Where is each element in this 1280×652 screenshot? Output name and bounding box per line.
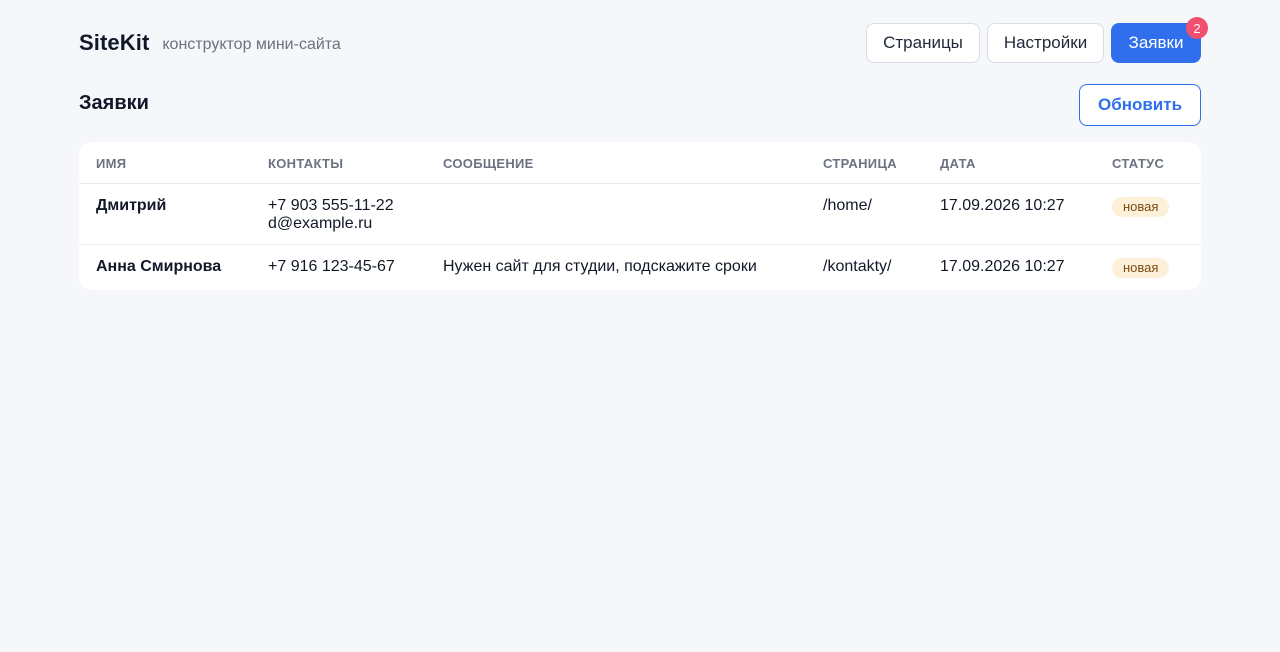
- cell-page: /home/: [823, 197, 872, 214]
- cell-contacts: +7 916 123-45-67: [268, 258, 395, 276]
- page-title: Заявки: [79, 92, 149, 114]
- brand: SiteKit конструктор мини-сайта: [79, 23, 341, 63]
- nav-settings-label: Настройки: [1003, 33, 1088, 52]
- app: SiteKit конструктор мини-сайта Страницы …: [0, 0, 1280, 652]
- column-header-status: СТАТУС: [1112, 156, 1165, 171]
- status-badge: новая: [1112, 258, 1170, 278]
- nav-requests-label: Заявки: [1128, 33, 1184, 52]
- nav-pages-button[interactable]: Страницы: [866, 23, 980, 63]
- requests-count-badge: 2: [1186, 17, 1208, 39]
- table-row[interactable]: Анна Смирнова +7 916 123-45-67 Нужен сай…: [79, 245, 1201, 290]
- cell-name: Дмитрий: [96, 197, 167, 214]
- status-badge: новая: [1112, 197, 1170, 217]
- column-header-message: СООБЩЕНИЕ: [443, 156, 534, 171]
- brand-name[interactable]: SiteKit: [79, 30, 149, 56]
- refresh-button[interactable]: Обновить: [1079, 84, 1201, 126]
- table-row[interactable]: Дмитрий +7 903 555-11-22 d@example.ru /h…: [79, 184, 1201, 245]
- cell-message: Нужен сайт для студии, подскажите сроки: [443, 258, 757, 275]
- contact-phone: +7 916 123-45-67: [268, 258, 395, 275]
- cell-name: Анна Смирнова: [96, 258, 222, 275]
- contact-phone: +7 903 555-11-22: [268, 197, 394, 214]
- contact-email: d@example.ru: [268, 215, 373, 232]
- cell-page: /kontakty/: [823, 258, 892, 275]
- column-header-contacts: КОНТАКТЫ: [268, 156, 344, 171]
- top-header: SiteKit конструктор мини-сайта Страницы …: [79, 17, 1208, 63]
- nav-requests-button[interactable]: Заявки 2: [1111, 17, 1208, 63]
- main-nav: Страницы Настройки Заявки 2: [866, 17, 1208, 63]
- nav-pages-label: Страницы: [883, 33, 963, 52]
- brand-subtitle: конструктор мини-сайта: [162, 35, 341, 53]
- table-header: ИМЯ КОНТАКТЫ СООБЩЕНИЕ СТРАНИЦА ДАТА СТА…: [79, 142, 1201, 184]
- refresh-label: Обновить: [1097, 95, 1183, 114]
- cell-date: 17.09.2026 10:27: [940, 258, 1065, 275]
- cell-contacts: +7 903 555-11-22 d@example.ru: [268, 197, 394, 233]
- cell-date: 17.09.2026 10:27: [940, 197, 1065, 214]
- column-header-date: ДАТА: [940, 156, 976, 171]
- column-header-page: СТРАНИЦА: [823, 156, 897, 171]
- nav-settings-button[interactable]: Настройки: [987, 23, 1104, 63]
- requests-table: ИМЯ КОНТАКТЫ СООБЩЕНИЕ СТРАНИЦА ДАТА СТА…: [79, 142, 1201, 290]
- column-header-name: ИМЯ: [96, 156, 127, 171]
